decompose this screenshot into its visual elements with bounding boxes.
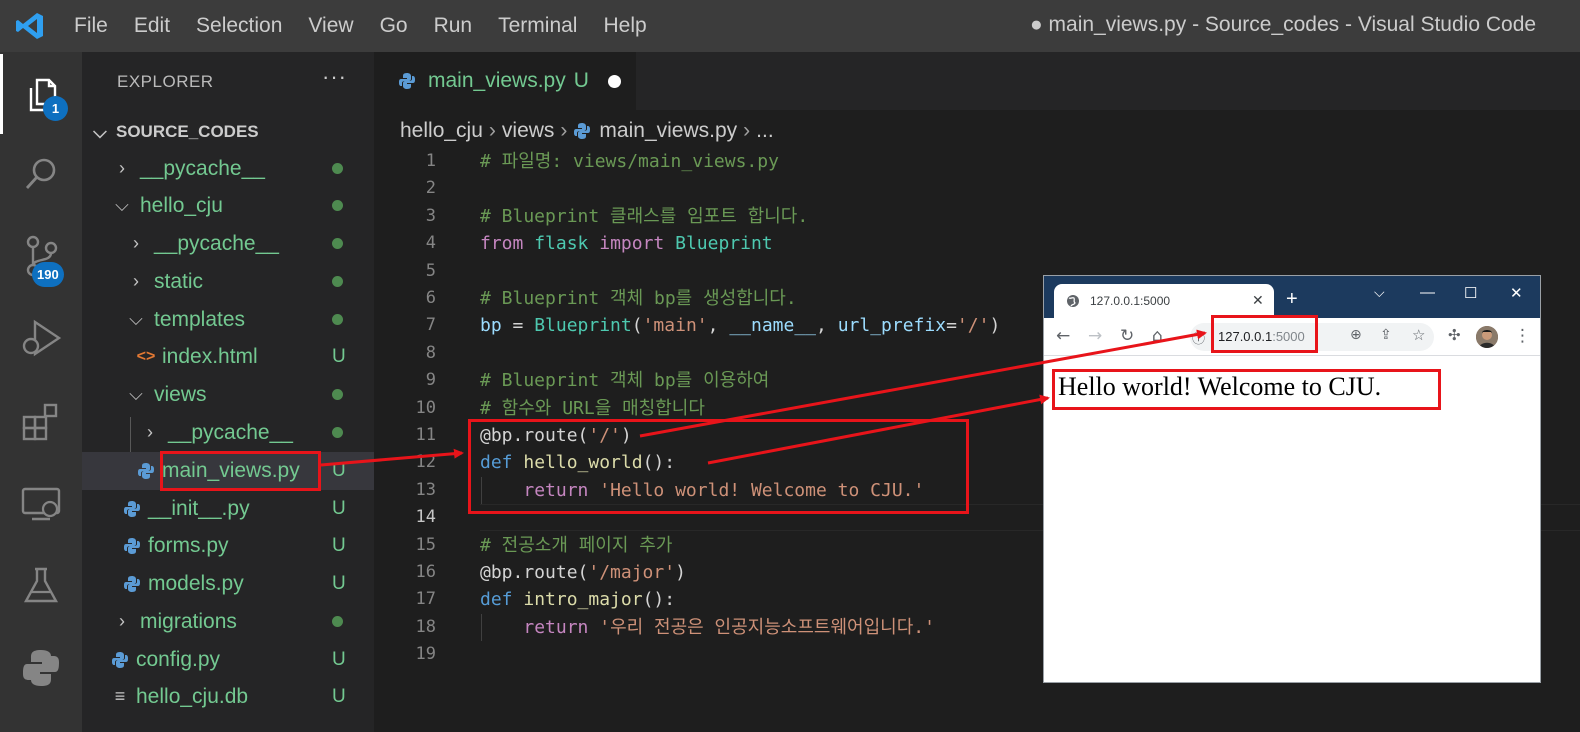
arrow-function-to-output bbox=[707, 394, 1050, 465]
annotation-arrows bbox=[320, 329, 1207, 467]
arrow-file-to-code bbox=[320, 448, 464, 467]
